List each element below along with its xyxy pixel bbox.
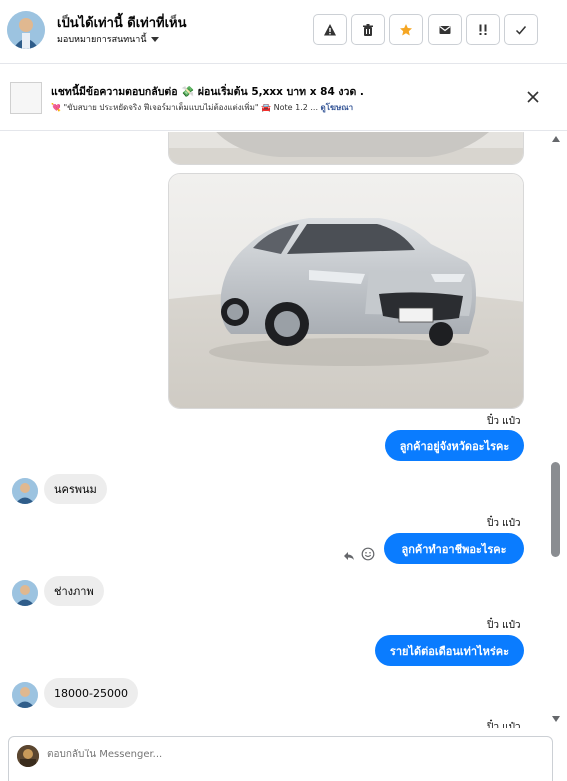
mark-done-button[interactable] (504, 14, 538, 45)
ad-thumbnail[interactable] (10, 82, 42, 114)
react-emoji-icon[interactable] (361, 546, 375, 565)
sender-label: ปิ๋ว แป๋ว (487, 722, 521, 728)
page-avatar (17, 745, 39, 767)
star-icon (400, 23, 412, 35)
view-ad-link[interactable]: ดูโฆษณา (321, 103, 354, 112)
outgoing-message[interactable]: ลูกค้าอยู่จังหวัดอะไรคะ (385, 430, 524, 461)
mark-unread-button[interactable] (428, 14, 462, 45)
follow-up-button[interactable] (466, 14, 500, 45)
contact-avatar-small[interactable] (12, 682, 38, 708)
contact-avatar-small[interactable] (12, 478, 38, 504)
reply-composer (8, 736, 553, 781)
outgoing-message[interactable]: รายได้ต่อเดือนเท่าไหร่คะ (375, 635, 524, 666)
sender-label: ปิ๋ว แป๋ว (487, 518, 521, 529)
report-button[interactable] (313, 14, 347, 45)
incoming-message[interactable]: นครพนม (44, 474, 107, 504)
car-photo (169, 174, 523, 408)
exclamation-icon (479, 24, 487, 35)
reply-input[interactable] (47, 749, 487, 760)
trash-icon (363, 23, 373, 36)
outgoing-message[interactable]: ลูกค้าทำอาชีพอะไรคะ (384, 533, 524, 564)
scroll-up-icon[interactable] (551, 135, 561, 143)
assign-label: มอบหมายการสนทนานี้ (57, 35, 147, 45)
sender-label: ปิ๋ว แป๋ว (487, 620, 521, 631)
ad-banner-description: 💘 "ขับสบาย ประหยัดจริง ฟีเจอร์มาเต็มแบบไ… (51, 103, 318, 112)
incoming-message[interactable]: 18000-25000 (44, 678, 138, 708)
warning-icon (324, 23, 336, 35)
conversation-header: เป็นได้เท่านี้ ดีเท่าที่เห็น มอบหมายการส… (0, 0, 567, 64)
incoming-message[interactable]: ช่างภาพ (44, 576, 104, 606)
contact-name[interactable]: เป็นได้เท่านี้ ดีเท่าที่เห็น (57, 12, 187, 33)
star-button[interactable] (389, 14, 423, 45)
contact-avatar-small[interactable] (12, 580, 38, 606)
caret-down-icon (150, 36, 159, 42)
delete-button[interactable] (351, 14, 385, 45)
ad-reply-banner: แชทนี้มีข้อความตอบกลับต่อ 💸 ผ่อนเริ่มต้น… (0, 65, 567, 131)
assign-conversation[interactable]: มอบหมายการสนทนานี้ (57, 32, 159, 46)
scroll-down-icon[interactable] (551, 715, 561, 723)
image-message[interactable] (168, 132, 524, 165)
scrollbar[interactable] (549, 132, 563, 728)
message-thread: ปิ๋ว แป๋ว ลูกค้าอยู่จังหวัดอะไรคะ นครพนม… (0, 132, 548, 728)
close-icon (527, 91, 539, 103)
check-icon (515, 25, 527, 35)
close-banner-button[interactable] (526, 89, 540, 108)
car-photo-partial (169, 132, 523, 164)
ad-banner-title: แชทนี้มีข้อความตอบกลับต่อ 💸 ผ่อนเริ่มต้น… (51, 86, 364, 98)
sender-label: ปิ๋ว แป๋ว (487, 416, 521, 427)
image-message[interactable] (168, 173, 524, 409)
mail-icon (439, 25, 451, 34)
contact-avatar[interactable] (7, 11, 45, 49)
ad-banner-subtitle: 💘 "ขับสบาย ประหยัดจริง ฟีเจอร์มาเต็มแบบไ… (51, 101, 353, 114)
scrollbar-thumb[interactable] (551, 462, 560, 557)
reply-icon[interactable] (343, 547, 355, 566)
